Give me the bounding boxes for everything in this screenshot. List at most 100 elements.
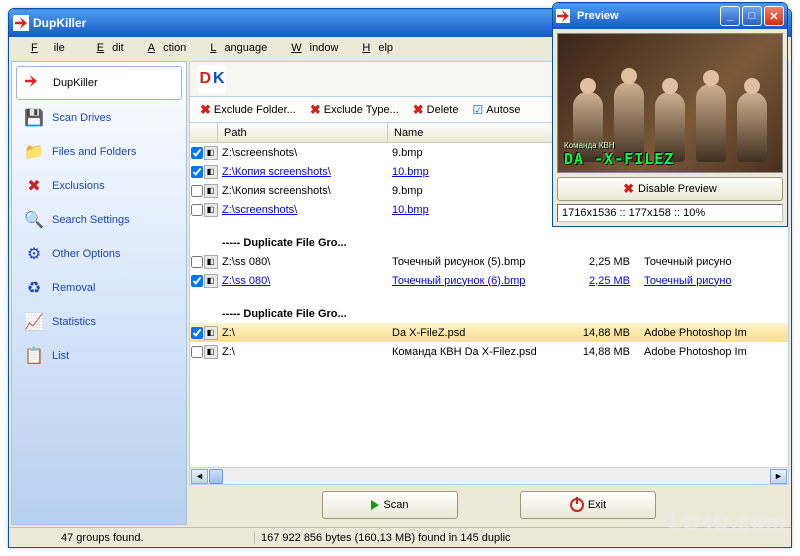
scan-button[interactable]: Scan	[322, 491, 458, 519]
x-icon: ✖	[310, 102, 321, 118]
preview-window[interactable]: Preview _ □ ✕ Команда КВН DA -X-FILEZ ✖ …	[552, 2, 788, 227]
exclude-type-button[interactable]: ✖Exclude Type...	[304, 100, 405, 120]
preview-caption: DA -X-FILEZ	[564, 150, 674, 168]
sidebar-item-scan-drives[interactable]: 💾 Scan Drives	[16, 102, 182, 134]
options-icon: ⚙	[22, 242, 46, 266]
power-icon	[570, 498, 584, 512]
sidebar: DupKiller 💾 Scan Drives 📁 Files and Fold…	[11, 61, 187, 525]
cell-name: Точечный рисунок (5).bmp	[388, 256, 560, 268]
sidebar-item-statistics[interactable]: 📈 Statistics	[16, 306, 182, 338]
drive-icon: 💾	[22, 106, 46, 130]
col-checkbox[interactable]	[190, 123, 218, 142]
scroll-thumb[interactable]	[209, 469, 223, 484]
removal-icon: ♻	[22, 276, 46, 300]
row-checkbox[interactable]	[191, 275, 203, 287]
sidebar-item-removal[interactable]: ♻ Removal	[16, 272, 182, 304]
cell-path: Z:\screenshots\	[218, 204, 388, 216]
cell-path: Z:\	[218, 346, 388, 358]
menu-edit[interactable]: Edit	[81, 39, 132, 57]
row-checkbox[interactable]	[191, 185, 203, 197]
cell-path: Z:\ss 080\	[218, 256, 388, 268]
preview-titlebar[interactable]: Preview _ □ ✕	[553, 3, 787, 29]
cell-name: Команда КВН Da X-Filez.psd	[388, 346, 560, 358]
menu-language[interactable]: Language	[194, 39, 275, 57]
row-checkbox[interactable]	[191, 346, 203, 358]
row-checkbox[interactable]	[191, 327, 203, 339]
cell-size: 14,88 MB	[560, 346, 640, 358]
file-icon: ◧	[204, 345, 218, 359]
exit-button[interactable]: Exit	[520, 491, 656, 519]
x-icon: ✖	[200, 102, 211, 118]
panel-icon	[198, 65, 226, 93]
cell-type: Adobe Photoshop Im	[640, 327, 788, 339]
scroll-left-button[interactable]: ◄	[191, 469, 208, 484]
table-row[interactable]: ◧Z:\Команда КВН Da X-Filez.psd14,88 MBAd…	[190, 342, 788, 361]
stats-icon: 📈	[22, 310, 46, 334]
app-icon	[23, 71, 47, 95]
sidebar-item-dupkiller[interactable]: DupKiller	[16, 66, 182, 100]
list-icon: 📋	[22, 344, 46, 368]
cell-path: Z:\Копия screenshots\	[218, 185, 388, 197]
sidebar-item-exclusions[interactable]: ✖ Exclusions	[16, 170, 182, 202]
table-row[interactable]: ◧Z:\Da X-FileZ.psd14,88 MBAdobe Photosho…	[190, 323, 788, 342]
sidebar-label: Removal	[52, 282, 95, 294]
cell-size: 14,88 MB	[560, 327, 640, 339]
search-icon: 🔍	[22, 208, 46, 232]
window-title: DupKiller	[33, 16, 86, 30]
col-path[interactable]: Path	[218, 123, 388, 142]
horizontal-scrollbar[interactable]: ◄ ►	[190, 467, 788, 484]
disable-preview-button[interactable]: ✖ Disable Preview	[557, 177, 783, 201]
autoselect-button[interactable]: ☑Autose	[466, 101, 526, 119]
maximize-button[interactable]: □	[742, 6, 762, 26]
scroll-right-button[interactable]: ►	[770, 469, 787, 484]
sidebar-item-files-folders[interactable]: 📁 Files and Folders	[16, 136, 182, 168]
watermark: LO4D.com	[668, 510, 786, 536]
row-checkbox[interactable]	[191, 204, 203, 216]
play-icon	[371, 500, 379, 510]
table-row[interactable]: ----- Duplicate File Gro...	[190, 233, 788, 252]
sidebar-item-search-settings[interactable]: 🔍 Search Settings	[16, 204, 182, 236]
table-row[interactable]: ◧Z:\ss 080\Точечный рисунок (6).bmp2,25 …	[190, 271, 788, 290]
cell-path: Z:\Копия screenshots\	[218, 166, 388, 178]
group-separator: ----- Duplicate File Gro...	[218, 237, 388, 249]
cell-size: 2,25 MB	[560, 275, 640, 287]
menu-action[interactable]: Action	[132, 39, 195, 57]
col-name[interactable]: Name	[388, 123, 560, 142]
file-icon: ◧	[204, 165, 218, 179]
sidebar-label: Files and Folders	[52, 146, 136, 158]
sidebar-item-other-options[interactable]: ⚙ Other Options	[16, 238, 182, 270]
file-icon: ◧	[204, 255, 218, 269]
preview-icon	[556, 9, 570, 23]
menu-file[interactable]: File	[15, 39, 81, 57]
delete-button[interactable]: ✖Delete	[407, 100, 465, 120]
file-icon: ◧	[204, 274, 218, 288]
folder-icon: 📁	[22, 140, 46, 164]
table-row[interactable]: ----- Duplicate File Gro...	[190, 304, 788, 323]
cell-path: Z:\ss 080\	[218, 275, 388, 287]
preview-info: 1716x1536 :: 177x158 :: 10%	[557, 204, 783, 222]
cell-type: Точечный рисуно	[640, 275, 788, 287]
exclude-folder-button[interactable]: ✖Exclude Folder...	[194, 100, 302, 120]
close-button[interactable]: ✕	[764, 6, 784, 26]
file-icon: ◧	[204, 184, 218, 198]
cell-name: Da X-FileZ.psd	[388, 327, 560, 339]
row-checkbox[interactable]	[191, 166, 203, 178]
table-row[interactable]: ◧Z:\ss 080\Точечный рисунок (5).bmp2,25 …	[190, 252, 788, 271]
file-icon: ◧	[204, 146, 218, 160]
group-separator: ----- Duplicate File Gro...	[218, 308, 388, 320]
sidebar-label: Statistics	[52, 316, 96, 328]
preview-title: Preview	[577, 10, 619, 22]
cell-path: Z:\screenshots\	[218, 147, 388, 159]
sidebar-label: Scan Drives	[52, 112, 111, 124]
cell-type: Adobe Photoshop Im	[640, 346, 788, 358]
minimize-button[interactable]: _	[720, 6, 740, 26]
x-icon: ✖	[623, 181, 634, 197]
row-checkbox[interactable]	[191, 256, 203, 268]
menu-help[interactable]: Help	[346, 39, 401, 57]
file-icon: ◧	[204, 326, 218, 340]
menu-window[interactable]: Window	[275, 39, 346, 57]
cell-name: 9.bmp	[388, 185, 560, 197]
row-checkbox[interactable]	[191, 147, 203, 159]
sidebar-item-list[interactable]: 📋 List	[16, 340, 182, 372]
cell-name: 10.bmp	[388, 204, 560, 216]
